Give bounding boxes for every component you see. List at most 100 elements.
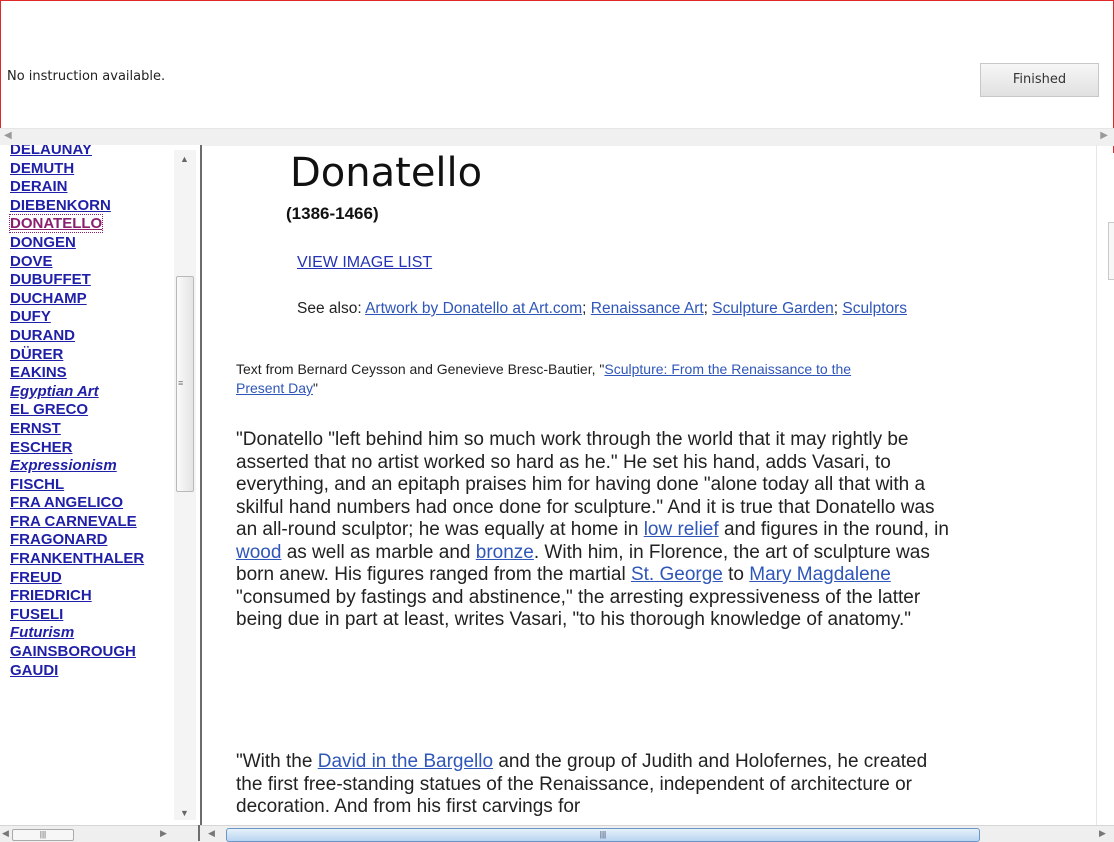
sidebar-item: DUCHAMP: [10, 290, 144, 309]
inline-link[interactable]: wood: [236, 542, 281, 563]
sidebar-item: DOVE: [10, 253, 144, 272]
sidebar-item: GAUDI: [10, 662, 144, 681]
source-prefix: Text from Bernard Ceysson and Genevieve …: [236, 361, 600, 377]
sidebar-item: DELAUNAY: [10, 145, 144, 160]
sidebar-item: FRIEDRICH: [10, 587, 144, 606]
inline-link[interactable]: David in the Bargello: [318, 751, 493, 772]
inline-link[interactable]: bronze: [476, 542, 534, 563]
artist-link[interactable]: DIEBENKORN: [10, 197, 111, 214]
see-also-link[interactable]: Artwork by Donatello at Art.com: [365, 300, 582, 317]
sidebar-hscroll-thumb[interactable]: |||: [12, 829, 74, 841]
sidebar-item: Expressionism: [10, 457, 144, 476]
frame-divider: [198, 825, 200, 841]
scroll-right-arrow-icon[interactable]: ▶: [1100, 130, 1108, 141]
sidebar-item: DÜRER: [10, 346, 144, 365]
main-scroll-left-icon[interactable]: ◀: [208, 828, 215, 839]
artist-link[interactable]: ERNST: [10, 420, 61, 437]
see-also-line: See also: Artwork by Donatello at Art.co…: [297, 300, 908, 317]
body-paragraph-1: "Donatello "left behind him so much work…: [236, 429, 956, 632]
artist-link[interactable]: DURAND: [10, 327, 75, 344]
artist-link[interactable]: FRIEDRICH: [10, 587, 92, 604]
inline-link[interactable]: Mary Magdalene: [749, 564, 891, 585]
sidebar-item: FRA CARNEVALE: [10, 513, 144, 532]
artist-link[interactable]: FRA ANGELICO: [10, 494, 123, 511]
sidebar-item: FRA ANGELICO: [10, 494, 144, 513]
artist-link[interactable]: FRAGONARD: [10, 531, 108, 548]
sidebar-item: DONGEN: [10, 234, 144, 253]
artist-link[interactable]: FISCHL: [10, 476, 64, 493]
see-also-label: See also:: [297, 300, 366, 317]
artist-link[interactable]: DÜRER: [10, 346, 63, 363]
artist-link[interactable]: FUSELI: [10, 606, 63, 623]
sidebar-item: FUSELI: [10, 606, 144, 625]
sidebar-item: DIEBENKORN: [10, 197, 144, 216]
artist-list: DELAUNAY DEMUTH DERAIN DIEBENKORN DONATELLO D…: [8, 145, 144, 681]
sidebar-item: DUBUFFET: [10, 271, 144, 290]
sidebar-item: FRAGONARD: [10, 531, 144, 550]
right-divider: [1096, 145, 1097, 825]
artist-link[interactable]: EAKINS: [10, 364, 67, 381]
artist-link[interactable]: DOVE: [10, 253, 53, 270]
artist-link[interactable]: ESCHER: [10, 439, 73, 456]
artist-link[interactable]: DUBUFFET: [10, 271, 91, 288]
sidebar-item: ESCHER: [10, 439, 144, 458]
sidebar-scroll-right-icon[interactable]: ▶: [160, 828, 167, 839]
scroll-down-arrow-icon[interactable]: ▼: [180, 808, 189, 818]
sidebar-item: DURAND: [10, 327, 144, 346]
see-also-link[interactable]: Sculptors: [842, 300, 907, 317]
finished-button[interactable]: Finished: [980, 63, 1099, 97]
artist-link[interactable]: DELAUNAY: [10, 145, 92, 158]
grip-icon: ≡: [178, 378, 184, 388]
artist-link[interactable]: DONGEN: [10, 234, 76, 251]
artist-index-frame: DELAUNAY DEMUTH DERAIN DIEBENKORN DONATELLO D…: [0, 145, 202, 825]
artist-dates: (1386-1466): [286, 204, 379, 223]
sidebar-item: FREUD: [10, 569, 144, 588]
scroll-left-arrow-icon[interactable]: ◀: [4, 130, 12, 141]
top-horizontal-scrollbar[interactable]: ◀ ▶: [0, 128, 1114, 146]
sidebar-item: Egyptian Art: [10, 383, 144, 402]
sidebar-item: GAINSBOROUGH: [10, 643, 144, 662]
sidebar-item: FRANKENTHALER: [10, 550, 144, 569]
artist-link[interactable]: FRA CARNEVALE: [10, 513, 137, 530]
artist-link[interactable]: FREUD: [10, 569, 62, 586]
artist-link[interactable]: Futurism: [10, 624, 74, 641]
bottom-horizontal-scrollbar[interactable]: ◀ ||| ▶ ◀ ||| ▶: [0, 825, 1114, 842]
artist-link[interactable]: FRANKENTHALER: [10, 550, 144, 567]
scroll-up-arrow-icon[interactable]: ▲: [180, 154, 189, 164]
sidebar-item: DERAIN: [10, 178, 144, 197]
artist-link[interactable]: DERAIN: [10, 178, 68, 195]
artist-link[interactable]: DUFY: [10, 308, 51, 325]
sidebar-item: EL GRECO: [10, 401, 144, 420]
artist-link[interactable]: DUCHAMP: [10, 290, 87, 307]
view-image-list-link[interactable]: VIEW IMAGE LIST: [297, 254, 432, 272]
artist-content-frame: Donatello (1386-1466) VIEW IMAGE LIST Se…: [204, 145, 1096, 825]
sidebar-vertical-scrollbar[interactable]: ▲ ≡ ▼: [174, 150, 196, 820]
inline-link[interactable]: low relief: [644, 519, 719, 540]
body-paragraph-2: "With the David in the Bargello and the …: [236, 751, 956, 819]
artist-link[interactable]: GAINSBOROUGH: [10, 643, 136, 660]
body-text: to: [722, 564, 750, 585]
main-scroll-right-icon[interactable]: ▶: [1099, 828, 1106, 839]
sidebar-item: FISCHL: [10, 476, 144, 495]
artist-link[interactable]: GAUDI: [10, 662, 58, 679]
main-hscroll-thumb[interactable]: |||: [226, 828, 980, 842]
body-text: as well as marble and: [281, 541, 476, 563]
source-citation: Text from Bernard Ceysson and Genevieve …: [236, 361, 852, 396]
artist-link[interactable]: Egyptian Art: [10, 383, 99, 400]
artist-link[interactable]: DEMUTH: [10, 160, 74, 177]
artist-link[interactable]: DONATELLO: [8, 214, 104, 234]
instruction-text: No instruction available.: [7, 69, 166, 84]
artist-link[interactable]: EL GRECO: [10, 401, 88, 418]
artist-link[interactable]: Expressionism: [10, 457, 117, 474]
body-text: "With the: [236, 751, 318, 772]
inline-link[interactable]: St. George: [631, 564, 723, 585]
right-scrollbar-thumb[interactable]: [1108, 222, 1114, 280]
page-title: Donatello: [290, 150, 483, 196]
sidebar-item: DEMUTH: [10, 160, 144, 179]
sidebar-item: ERNST: [10, 420, 144, 439]
sidebar-item: DONATELLO: [8, 214, 144, 234]
see-also-link[interactable]: Sculpture Garden: [712, 300, 834, 317]
see-also-link[interactable]: Renaissance Art: [591, 300, 704, 317]
sidebar-item: EAKINS: [10, 364, 144, 383]
sidebar-scroll-left-icon[interactable]: ◀: [2, 828, 9, 839]
